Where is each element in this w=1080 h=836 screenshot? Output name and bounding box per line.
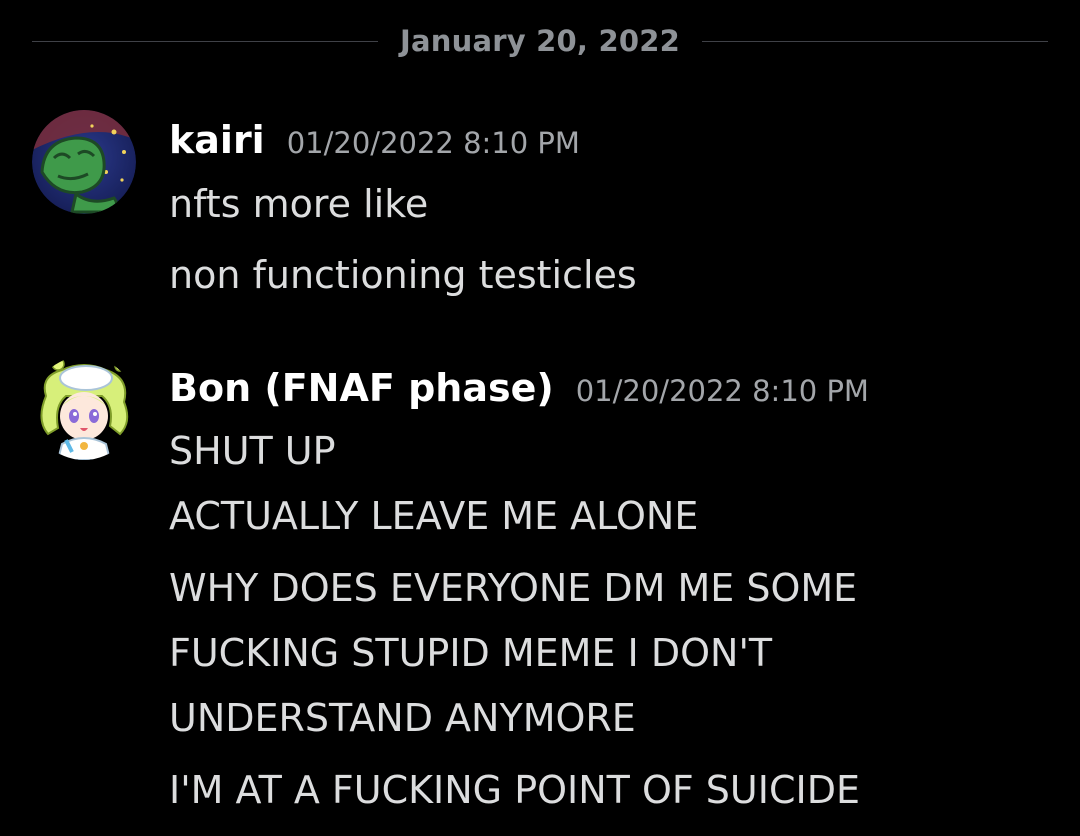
- message-text: non functioning testicles: [169, 253, 637, 297]
- message-text: nfts more like: [169, 182, 429, 226]
- message-timestamp[interactable]: 01/20/2022 8:10 PM: [287, 126, 580, 160]
- date-divider-label: January 20, 2022: [400, 24, 680, 58]
- divider-line-right: [701, 40, 1048, 42]
- date-divider: January 20, 2022: [32, 18, 1048, 64]
- divider-line-left: [32, 40, 379, 42]
- message-text: I'M AT A FUCKING POINT OF SUICIDE: [169, 768, 860, 812]
- message-text: WHY DOES EVERYONE DM ME SOME: [169, 566, 858, 610]
- message-timestamp[interactable]: 01/20/2022 8:10 PM: [576, 374, 869, 408]
- message-text: SHUT UP: [169, 429, 336, 473]
- anime-girl-avatar-icon[interactable]: [32, 356, 136, 460]
- message-text: FUCKING STUPID MEME I DON'T: [169, 631, 773, 675]
- message-header-bon: Bon (FNAF phase) 01/20/2022 8:10 PM: [169, 366, 869, 410]
- message-text: UNDERSTAND ANYMORE: [169, 696, 636, 740]
- username[interactable]: Bon (FNAF phase): [169, 366, 554, 410]
- message-header-kairi: kairi 01/20/2022 8:10 PM: [169, 118, 580, 162]
- frog-sleeping-avatar-icon[interactable]: [32, 110, 136, 214]
- message-text: ACTUALLY LEAVE ME ALONE: [169, 494, 699, 538]
- username[interactable]: kairi: [169, 118, 265, 162]
